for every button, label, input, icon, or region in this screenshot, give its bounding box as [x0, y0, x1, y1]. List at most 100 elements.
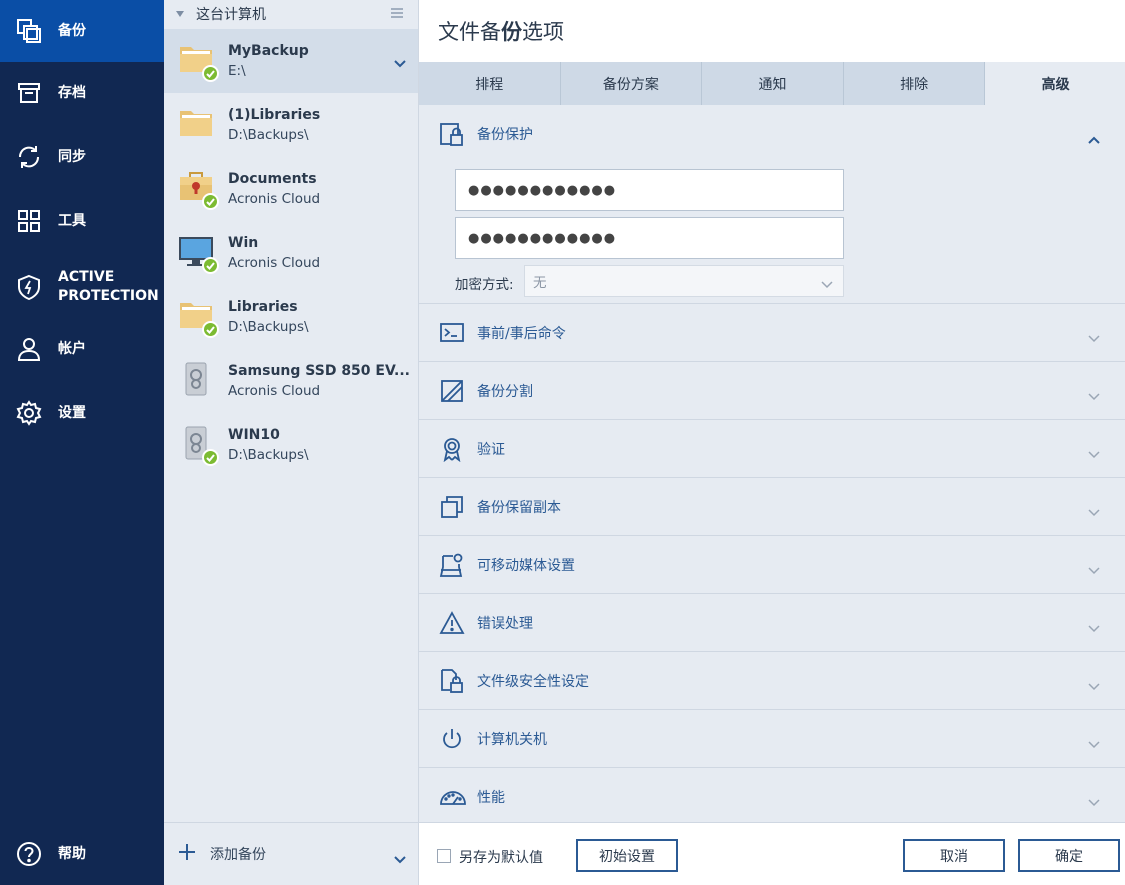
main-navigation: 备份 存档 同步 工具 ACTIVE PROTECTION 帐户 设置 帮助	[0, 0, 164, 885]
nav-item-active-protection[interactable]: ACTIVE PROTECTION	[0, 254, 164, 320]
nav-label: 帐户	[58, 340, 86, 357]
backup-location: D:\Backups\	[228, 447, 309, 463]
section-label: 文件级安全性设定	[477, 674, 589, 690]
backup-item-mybackup[interactable]: MyBackup E:\	[164, 29, 418, 93]
backup-location: D:\Backups\	[228, 319, 309, 335]
backup-name: MyBackup	[228, 43, 309, 59]
nav-item-help[interactable]: 帮助	[0, 823, 164, 885]
shield-icon	[0, 274, 58, 300]
section-backup-splitting[interactable]: 备份分割	[419, 362, 1125, 420]
nav-item-archive[interactable]: 存档	[0, 62, 164, 124]
backup-location: E:\	[228, 63, 246, 79]
backup-location: Acronis Cloud	[228, 255, 321, 271]
backup-item-documents[interactable]: Documents Acronis Cloud	[164, 157, 418, 221]
backup-item-samsung-ssd[interactable]: Samsung SSD 850 EV... Acronis Cloud	[164, 349, 418, 413]
backup-item-win10[interactable]: WIN10 D:\Backups\	[164, 413, 418, 477]
tab-exclusions[interactable]: 排除	[844, 62, 986, 105]
caret-down-icon	[164, 10, 196, 18]
tab-schedule[interactable]: 排程	[419, 62, 561, 105]
removable-media-icon	[439, 552, 465, 578]
section-label: 性能	[477, 790, 505, 806]
chevron-down-icon[interactable]	[394, 53, 406, 72]
nav-label: 帮助	[58, 845, 86, 862]
add-backup-button[interactable]: 添加备份	[178, 843, 266, 865]
tab-notifications[interactable]: 通知	[702, 62, 844, 105]
add-backup-label: 添加备份	[210, 847, 266, 863]
chevron-up-icon[interactable]	[1088, 129, 1100, 148]
split-icon	[439, 378, 465, 404]
nav-item-account[interactable]: 帐户	[0, 318, 164, 380]
section-label: 事前/事后命令	[477, 326, 566, 342]
nav-label: 设置	[58, 404, 86, 421]
section-label: 可移动媒体设置	[477, 558, 575, 574]
backup-protection-header[interactable]: 备份保护	[419, 105, 1125, 163]
nav-item-sync[interactable]: 同步	[0, 126, 164, 188]
power-icon	[439, 726, 465, 752]
section-computer-shutdown[interactable]: 计算机关机	[419, 710, 1125, 768]
backup-protection-section: 备份保护 加密方式: 无	[419, 105, 1125, 304]
backup-name: Documents	[228, 171, 317, 187]
section-error-handling[interactable]: 错误处理	[419, 594, 1125, 652]
chevron-down-icon	[1088, 676, 1100, 695]
section-file-level-security[interactable]: 文件级安全性设定	[419, 652, 1125, 710]
backup-item-libraries[interactable]: Libraries D:\Backups\	[164, 285, 418, 349]
tab-backup-scheme[interactable]: 备份方案	[561, 62, 703, 105]
nav-label: 备份	[58, 22, 86, 39]
nav-label: 工具	[58, 212, 86, 229]
section-removable-media[interactable]: 可移动媒体设置	[419, 536, 1125, 594]
options-tabs: 排程 备份方案 通知 排除 高级	[419, 62, 1125, 105]
disk-icon	[178, 361, 218, 401]
chevron-down-icon[interactable]	[394, 849, 406, 868]
section-performance[interactable]: 性能	[419, 768, 1125, 826]
status-ok-icon	[202, 257, 219, 274]
section-validation[interactable]: 验证	[419, 420, 1125, 478]
section-label: 计算机关机	[477, 732, 547, 748]
backup-item-win[interactable]: Win Acronis Cloud	[164, 221, 418, 285]
backup-name: Win	[228, 235, 259, 251]
backup-list-title: 这台计算机	[196, 7, 266, 23]
tools-icon	[0, 208, 58, 234]
gear-icon	[0, 400, 58, 426]
status-ok-icon	[202, 449, 219, 466]
backup-list-panel: 这台计算机 MyBackup E:\ (1)Libraries D:\Backu…	[164, 0, 418, 885]
backup-name: WIN10	[228, 427, 280, 443]
section-label: 错误处理	[477, 616, 533, 632]
ok-button[interactable]: 确定	[1018, 839, 1120, 872]
status-ok-icon	[202, 65, 219, 82]
file-lock-icon	[439, 668, 465, 694]
section-reserve-copy[interactable]: 备份保留副本	[419, 478, 1125, 536]
reset-settings-button[interactable]: 初始设置	[576, 839, 678, 872]
dialog-footer: 另存为默认值 初始设置 取消 确定	[419, 822, 1125, 885]
encryption-label: 加密方式:	[455, 277, 514, 293]
cancel-button[interactable]: 取消	[903, 839, 1005, 872]
chevron-down-icon	[1088, 386, 1100, 405]
confirm-password-field[interactable]	[455, 217, 844, 259]
hamburger-menu-icon[interactable]	[390, 7, 404, 23]
chevron-down-icon	[821, 277, 833, 293]
tab-advanced[interactable]: 高级	[985, 62, 1125, 105]
backup-list-header[interactable]: 这台计算机	[164, 0, 418, 28]
backup-item-1libraries[interactable]: (1)Libraries D:\Backups\	[164, 93, 418, 157]
encryption-select[interactable]: 无	[524, 265, 844, 297]
save-as-default-checkbox[interactable]	[437, 849, 451, 863]
chevron-down-icon	[1088, 734, 1100, 753]
chevron-down-icon	[1088, 618, 1100, 637]
section-label: 备份保护	[477, 127, 533, 143]
copy-icon	[439, 494, 465, 520]
nav-item-backup[interactable]: 备份	[0, 0, 164, 62]
section-label: 验证	[477, 442, 505, 458]
title-part: 选项	[522, 20, 564, 44]
status-ok-icon	[202, 321, 219, 338]
chevron-down-icon	[1088, 792, 1100, 811]
save-as-default-label: 另存为默认值	[459, 850, 543, 866]
backup-options-panel: 文件备份选项 排程 备份方案 通知 排除 高级 备份保护 加密方式: 无	[418, 0, 1125, 885]
nav-item-settings[interactable]: 设置	[0, 382, 164, 444]
password-field[interactable]	[455, 169, 844, 211]
backup-location: Acronis Cloud	[228, 191, 321, 207]
section-pre-post-commands[interactable]: 事前/事后命令	[419, 304, 1125, 362]
nav-item-tools[interactable]: 工具	[0, 190, 164, 252]
nav-label: 存档	[58, 84, 86, 101]
nav-label: 同步	[58, 148, 86, 165]
user-icon	[0, 336, 58, 362]
folder-icon	[178, 105, 218, 145]
